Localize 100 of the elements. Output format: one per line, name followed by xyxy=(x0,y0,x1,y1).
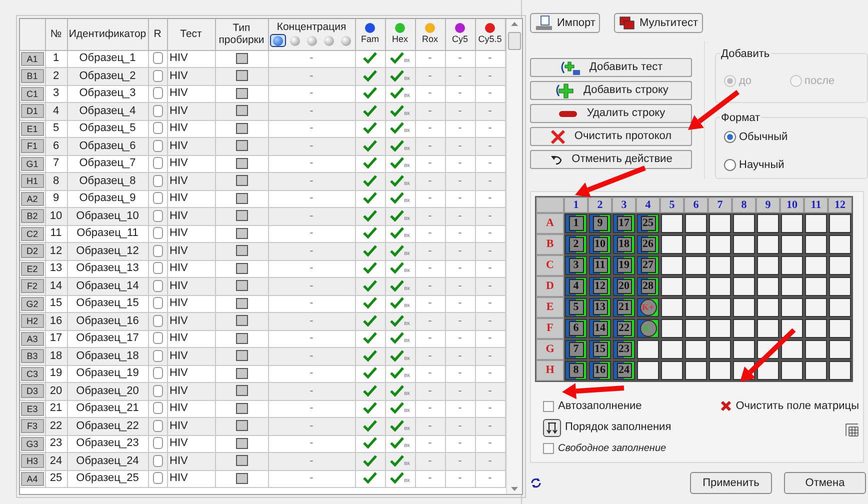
tube-swatch[interactable] xyxy=(236,70,248,82)
well-label[interactable]: C3 xyxy=(21,366,44,381)
plate-well[interactable] xyxy=(829,277,851,296)
plate-well[interactable] xyxy=(685,319,707,338)
plate-column-label[interactable]: 8 xyxy=(732,197,756,213)
plate-well[interactable] xyxy=(829,319,851,338)
plate-well[interactable] xyxy=(781,235,803,254)
well-label[interactable]: B1 xyxy=(21,69,44,84)
plate-row-label[interactable]: B xyxy=(536,234,564,255)
plate-well[interactable] xyxy=(661,256,683,275)
checkbox[interactable] xyxy=(152,472,162,484)
plate-well[interactable]: 24 xyxy=(613,361,635,380)
column-header[interactable]: Fam xyxy=(361,33,379,46)
plate-well[interactable] xyxy=(661,214,683,233)
tube-swatch[interactable] xyxy=(236,315,248,326)
toolbar-button[interactable]: Импорт xyxy=(530,13,600,33)
plate-well[interactable] xyxy=(757,235,779,254)
plate-well[interactable]: 12 xyxy=(589,277,611,296)
plate-well[interactable] xyxy=(733,214,755,233)
plate-well[interactable] xyxy=(733,235,755,254)
plate-well[interactable]: 17 xyxy=(613,214,635,233)
plate-well[interactable] xyxy=(661,361,683,380)
dialog-button[interactable]: Отмена xyxy=(784,472,866,494)
plate-well[interactable] xyxy=(757,361,779,380)
well-label[interactable]: D2 xyxy=(21,244,44,258)
tube-swatch[interactable] xyxy=(236,280,248,292)
well-label[interactable]: C1 xyxy=(21,86,44,101)
plate-well[interactable]: 7 xyxy=(565,340,587,359)
checkbox[interactable] xyxy=(152,87,162,100)
plate-well[interactable] xyxy=(709,277,731,296)
plate-well[interactable] xyxy=(709,361,731,380)
clear-matrix-link[interactable]: Очистить поле матрицы xyxy=(736,398,859,414)
plate-well[interactable]: 3 xyxy=(565,256,587,275)
plate-well[interactable] xyxy=(709,319,731,338)
action-button[interactable]: Удалить строку xyxy=(530,104,692,123)
plate-row-label[interactable]: D xyxy=(536,276,564,297)
plate-well[interactable]: 6 xyxy=(565,319,587,338)
tube-swatch[interactable] xyxy=(236,192,248,204)
tube-swatch[interactable] xyxy=(236,298,248,309)
plate-well[interactable] xyxy=(781,214,803,233)
checkbox[interactable] xyxy=(152,420,162,432)
plate-well[interactable] xyxy=(709,214,731,233)
level-ball[interactable] xyxy=(270,34,286,48)
checkbox[interactable] xyxy=(152,384,162,397)
plate-column-label[interactable]: 1 xyxy=(564,197,588,213)
action-button[interactable]: Отменить действие xyxy=(530,150,692,169)
well-label[interactable]: E2 xyxy=(21,262,44,276)
plate-well[interactable] xyxy=(661,277,683,296)
column-header[interactable]: Тип пробирки xyxy=(216,22,268,46)
radio-button[interactable] xyxy=(724,130,736,143)
refresh-icon[interactable] xyxy=(530,477,542,489)
plate-well[interactable] xyxy=(685,361,707,380)
plate-well[interactable] xyxy=(781,298,803,317)
plate-well[interactable]: 18 xyxy=(613,235,635,254)
well-label[interactable]: E1 xyxy=(21,122,44,136)
plate-well[interactable] xyxy=(661,235,683,254)
tube-swatch[interactable] xyxy=(236,245,248,256)
tube-swatch[interactable] xyxy=(236,88,248,99)
plate-well[interactable] xyxy=(781,277,803,296)
checkbox[interactable] xyxy=(152,174,162,187)
well-label[interactable]: A3 xyxy=(21,332,44,346)
plate-well[interactable] xyxy=(757,256,779,275)
well-label[interactable]: B3 xyxy=(21,349,44,364)
tube-swatch[interactable] xyxy=(236,105,248,116)
checkbox[interactable] xyxy=(152,52,162,64)
plate-row-label[interactable]: G xyxy=(536,339,564,360)
well-label[interactable]: F1 xyxy=(21,139,44,154)
scrollbar[interactable] xyxy=(506,19,522,494)
plate-well[interactable]: 10 xyxy=(589,235,611,254)
plate-well[interactable]: 4 xyxy=(565,277,587,296)
plate-well[interactable] xyxy=(829,298,851,317)
plate-column-label[interactable]: 12 xyxy=(828,197,852,213)
plate-well[interactable] xyxy=(709,256,731,275)
plate-well[interactable]: 1 xyxy=(565,214,587,233)
tube-swatch[interactable] xyxy=(236,472,248,484)
plate-well[interactable]: 15 xyxy=(589,340,611,359)
checkbox[interactable] xyxy=(152,402,162,414)
plate-well[interactable] xyxy=(781,361,803,380)
well-label[interactable]: G3 xyxy=(21,436,44,451)
tube-swatch[interactable] xyxy=(236,350,248,362)
action-button[interactable]: Добавить строку xyxy=(530,81,692,100)
plate-well[interactable] xyxy=(685,277,707,296)
plate-well[interactable] xyxy=(685,235,707,254)
dialog-button[interactable]: Применить xyxy=(690,472,772,494)
plate-well[interactable] xyxy=(781,340,803,359)
plate-well[interactable] xyxy=(757,319,779,338)
well-label[interactable]: D3 xyxy=(21,384,44,398)
plate-well[interactable] xyxy=(685,214,707,233)
tube-swatch[interactable] xyxy=(236,438,248,449)
plate-well[interactable]: 13 xyxy=(589,298,611,317)
well-label[interactable]: H2 xyxy=(21,314,44,328)
column-header[interactable]: Тест xyxy=(168,28,214,40)
column-header[interactable]: Концентрация xyxy=(276,21,346,34)
tube-swatch[interactable] xyxy=(236,262,248,274)
scroll-up-icon[interactable] xyxy=(510,22,518,26)
plate-well[interactable] xyxy=(733,277,755,296)
plate-column-label[interactable]: 11 xyxy=(804,197,828,213)
column-header[interactable]: R xyxy=(148,28,166,40)
checkbox[interactable] xyxy=(152,122,162,134)
tube-swatch[interactable] xyxy=(236,158,248,169)
